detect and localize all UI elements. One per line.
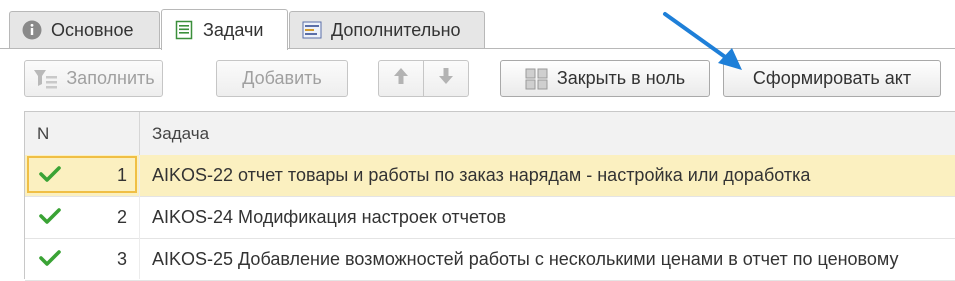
create-act-button-label: Сформировать акт [752, 68, 912, 88]
arrow-down-icon [437, 66, 455, 91]
move-down-button[interactable] [423, 60, 469, 97]
create-act-button[interactable]: Сформировать акт [723, 60, 941, 97]
tab-additional-label: Дополнительно [331, 19, 461, 40]
tab-divider [0, 48, 955, 49]
fill-button-label: Заполнить [66, 68, 155, 88]
settings-icon [302, 20, 322, 40]
row-number: 2 [116, 207, 127, 227]
table-row[interactable]: 1 AIKOS-22 отчет товары и работы по зака… [25, 155, 955, 197]
checkmark-icon [39, 165, 61, 183]
fill-icon [32, 68, 58, 90]
tab-main-label: Основное [51, 19, 134, 40]
grid-icon [525, 68, 549, 90]
tab-bar: Основное Задачи Дополнительно [0, 0, 955, 50]
task-name: AIKOS-25 Добавление возможностей работы … [152, 249, 899, 269]
row-number: 3 [116, 249, 127, 269]
arrow-up-icon [392, 66, 410, 91]
column-header-n[interactable]: N [37, 124, 49, 144]
task-name: AIKOS-24 Модификация настроек отчетов [152, 207, 507, 227]
tasks-table: N Задача 1 AIKOS-22 отчет товары и работ… [24, 111, 955, 281]
move-up-button[interactable] [378, 60, 424, 97]
add-button[interactable]: Добавить [216, 60, 348, 97]
table-header: N Задача [25, 112, 955, 156]
pointer-arrow-icon [663, 12, 742, 70]
column-header-task[interactable]: Задача [152, 124, 209, 144]
add-button-label: Добавить [242, 68, 322, 88]
table-row[interactable]: 3 AIKOS-25 Добавление возможностей работ… [25, 239, 955, 281]
tab-tasks-label: Задачи [203, 19, 264, 40]
task-name: AIKOS-22 отчет товары и работы по заказ … [152, 165, 811, 185]
tab-additional[interactable]: Дополнительно [289, 11, 485, 48]
document-icon [174, 20, 194, 40]
table-row[interactable]: 2 AIKOS-24 Модификация настроек отчетов [25, 197, 955, 239]
info-icon [22, 20, 42, 40]
tab-tasks[interactable]: Задачи [161, 9, 288, 50]
fill-button[interactable]: Заполнить [24, 60, 163, 97]
checkmark-icon [39, 207, 61, 225]
checkmark-icon [39, 249, 61, 267]
tab-main[interactable]: Основное [9, 11, 160, 48]
row-number: 1 [116, 165, 127, 185]
column-divider [139, 155, 140, 279]
